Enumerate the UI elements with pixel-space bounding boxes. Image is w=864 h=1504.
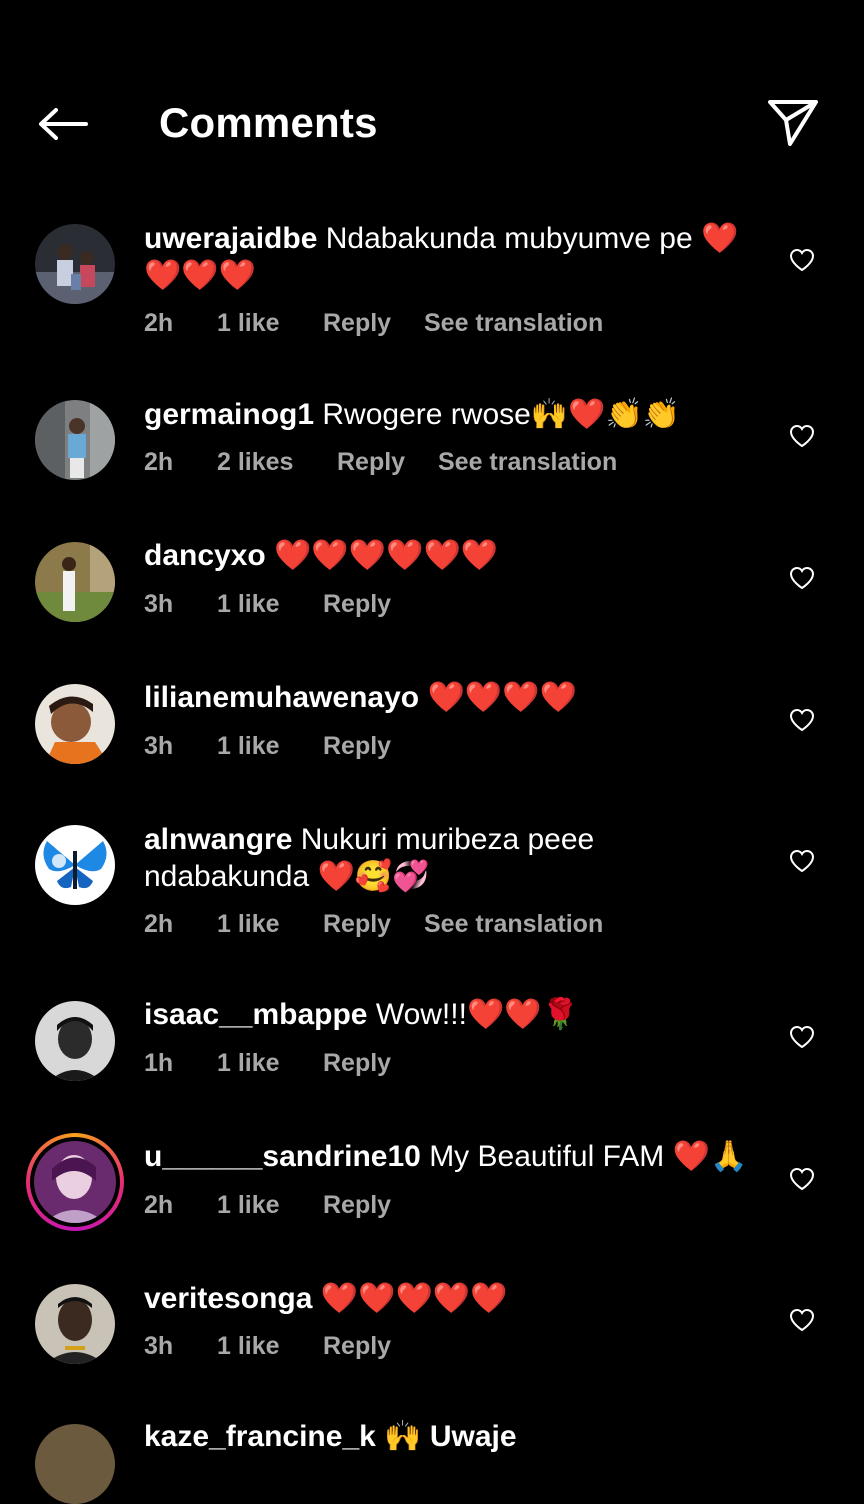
avatar[interactable] <box>35 825 115 905</box>
comment-text: ❤️❤️❤️❤️ <box>427 681 577 714</box>
reply-button[interactable]: Reply <box>323 1187 391 1223</box>
paper-plane-icon <box>768 100 818 146</box>
comment-username[interactable]: u______sandrine10 <box>144 1140 421 1173</box>
heart-icon <box>789 566 815 590</box>
like-button[interactable] <box>786 420 818 452</box>
reply-button[interactable]: Reply <box>323 305 391 341</box>
comment-text: My Beautiful FAM ❤️🙏 <box>429 1140 748 1173</box>
like-button[interactable] <box>786 244 818 276</box>
comment-likes[interactable]: 2 likes <box>217 444 293 480</box>
comment-username[interactable]: germainog1 <box>144 398 314 431</box>
heart-icon <box>789 248 815 272</box>
comment-username[interactable]: uwerajaidbe <box>144 222 317 255</box>
back-button[interactable] <box>32 96 92 152</box>
comment-likes[interactable]: 1 like <box>217 728 280 764</box>
see-translation-button[interactable]: See translation <box>438 444 617 480</box>
comment-time: 2h <box>144 1191 174 1219</box>
comment-text-partial: kaze_francine_k 🙌 Uwaje <box>144 1420 517 1453</box>
comment-likes[interactable]: 1 like <box>217 906 280 942</box>
see-translation-button[interactable]: See translation <box>424 305 603 341</box>
reply-button[interactable]: Reply <box>323 728 391 764</box>
like-button[interactable] <box>786 704 818 736</box>
comment-username[interactable]: dancyxo <box>144 539 266 572</box>
comment-time: 2h <box>144 910 174 938</box>
reply-button[interactable]: Reply <box>323 586 391 622</box>
share-button[interactable] <box>760 92 826 154</box>
comment-username[interactable]: isaac__mbappe <box>144 998 367 1031</box>
comment-likes[interactable]: 1 like <box>217 586 280 622</box>
page-title: Comments <box>159 99 378 146</box>
comment-likes[interactable]: 1 like <box>217 305 280 341</box>
header: Comments <box>0 0 864 200</box>
comment-username[interactable]: lilianemuhawenayo <box>144 681 419 714</box>
heart-icon <box>789 849 815 873</box>
comment-time: 2h <box>144 309 174 337</box>
avatar[interactable] <box>35 224 115 304</box>
comment-text: ❤️❤️❤️❤️❤️❤️ <box>274 539 499 572</box>
comment-username[interactable]: alnwangre <box>144 823 292 856</box>
like-button[interactable] <box>786 1163 818 1195</box>
comment-text: Wow!!!❤️❤️🌹 <box>375 998 580 1031</box>
like-button[interactable] <box>786 562 818 594</box>
heart-icon <box>789 708 815 732</box>
arrow-left-icon <box>39 108 88 140</box>
avatar[interactable] <box>35 1001 115 1081</box>
see-translation-button[interactable]: See translation <box>424 906 603 942</box>
reply-button[interactable]: Reply <box>323 1328 391 1364</box>
reply-button[interactable]: Reply <box>337 444 405 480</box>
story-ring[interactable] <box>26 1133 124 1231</box>
avatar[interactable] <box>35 684 115 764</box>
comment-likes[interactable]: 1 like <box>217 1045 280 1081</box>
comment-time: 3h <box>144 1332 174 1360</box>
avatar[interactable] <box>35 542 115 622</box>
comment-text: Rwogere rwose🙌❤️👏👏 <box>322 398 681 431</box>
avatar[interactable] <box>34 1141 116 1223</box>
avatar[interactable] <box>35 400 115 480</box>
comment-username[interactable]: veritesonga <box>144 1282 312 1315</box>
reply-button[interactable]: Reply <box>323 1045 391 1081</box>
comment-time: 1h <box>144 1049 174 1077</box>
comment-time: 3h <box>144 590 174 618</box>
heart-icon <box>789 1308 815 1332</box>
heart-icon <box>789 424 815 448</box>
comment-time: 2h <box>144 448 174 476</box>
heart-icon <box>789 1167 815 1191</box>
comment-time: 3h <box>144 732 174 760</box>
like-button[interactable] <box>786 1021 818 1053</box>
like-button[interactable] <box>786 845 818 877</box>
avatar[interactable] <box>35 1284 115 1364</box>
comment-likes[interactable]: 1 like <box>217 1328 280 1364</box>
comment-text: ❤️❤️❤️❤️❤️ <box>320 1282 508 1315</box>
reply-button[interactable]: Reply <box>323 906 391 942</box>
heart-icon <box>789 1025 815 1049</box>
avatar[interactable] <box>35 1424 115 1504</box>
comment-likes[interactable]: 1 like <box>217 1187 280 1223</box>
like-button[interactable] <box>786 1304 818 1336</box>
